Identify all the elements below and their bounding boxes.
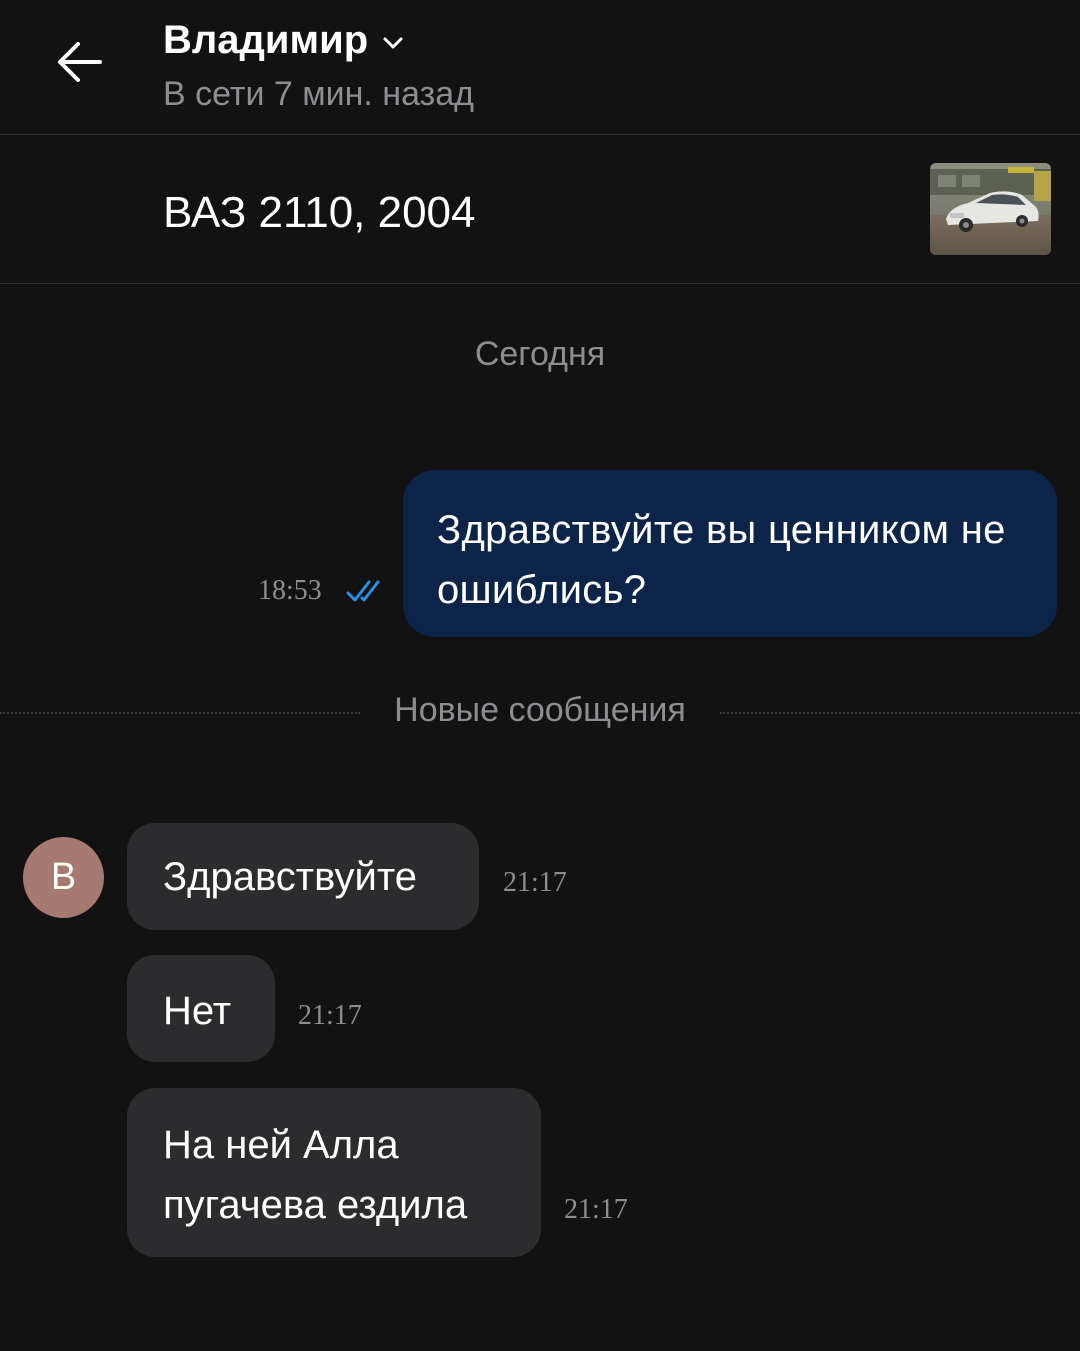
back-button[interactable] [48, 28, 112, 92]
arrow-left-icon [58, 42, 102, 82]
incoming-message-time: 21:17 [503, 867, 567, 898]
contact-name: Владимир [163, 18, 369, 62]
incoming-message-text: Нет [163, 989, 232, 1033]
separator-dots-right [720, 712, 1080, 714]
outgoing-message-time: 18:53 [258, 575, 322, 606]
chat-header: Владимир В сети 7 мин. назад [0, 0, 1080, 134]
double-check-icon [346, 580, 380, 602]
chat-screen: Владимир В сети 7 мин. назад ВАЗ 2110, 2… [0, 0, 1080, 1351]
incoming-message-time: 21:17 [298, 1000, 362, 1031]
contact-name-button[interactable]: Владимир [163, 14, 406, 66]
contact-status: В сети 7 мин. назад [163, 75, 474, 113]
car-photo [930, 163, 1051, 255]
outgoing-message-text: Здравствуйте вы ценником не ошиблись? [437, 508, 1006, 612]
new-messages-label: Новые сообщения [394, 691, 686, 729]
outgoing-message-bubble[interactable]: Здравствуйте вы ценником не ошиблись? [403, 470, 1057, 637]
listing-divider [0, 283, 1080, 284]
incoming-message-bubble[interactable]: Здравствуйте [127, 823, 479, 930]
incoming-message-time: 21:17 [564, 1194, 628, 1225]
incoming-message-text: Здравствуйте [163, 855, 417, 899]
listing-title: ВАЗ 2110, 2004 [163, 188, 476, 237]
listing-card[interactable]: ВАЗ 2110, 2004 [0, 135, 1080, 283]
incoming-message-bubble[interactable]: На ней Алла пугачева ездила [127, 1088, 541, 1257]
incoming-message-bubble[interactable]: Нет [127, 955, 275, 1062]
date-separator: Сегодня [474, 335, 606, 373]
new-messages-separator: Новые сообщения [0, 686, 1080, 734]
avatar[interactable]: В [23, 837, 104, 918]
incoming-message-text: На ней Алла пугачева ездила [163, 1123, 468, 1227]
listing-thumbnail [930, 163, 1051, 255]
chevron-down-icon [383, 37, 403, 49]
